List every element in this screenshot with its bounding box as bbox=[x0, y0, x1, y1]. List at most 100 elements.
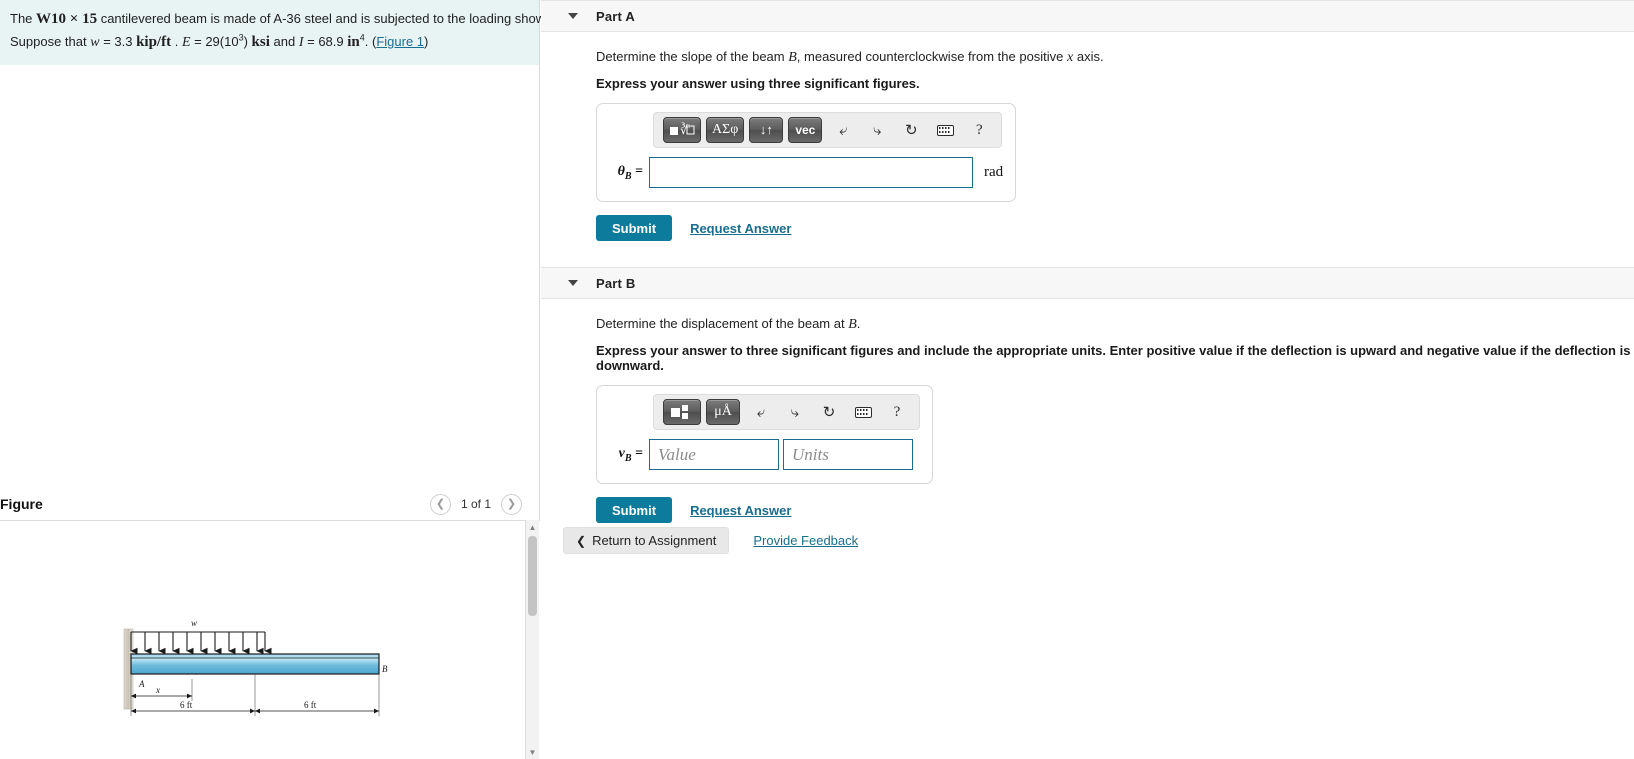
figure-prev-button[interactable]: ❮ bbox=[429, 493, 451, 515]
w-value: = 3.3 bbox=[99, 34, 137, 50]
x-dimension-label: x bbox=[155, 685, 160, 695]
undo-icon[interactable]: ⤶ bbox=[748, 399, 774, 425]
part-b-input-row: vB = bbox=[609, 439, 920, 470]
help-icon[interactable]: ? bbox=[884, 399, 910, 425]
question-post: axis. bbox=[1073, 49, 1104, 64]
question-var-b: B bbox=[848, 317, 857, 332]
figure-1-link[interactable]: Figure 1 bbox=[376, 34, 424, 49]
I-value: = 68.9 bbox=[303, 34, 348, 50]
collapse-caret-icon[interactable] bbox=[568, 280, 578, 286]
paren-close: ) bbox=[424, 34, 429, 50]
part-b-math-toolbar: μÅ ⤶ ⤷ ↻ ? bbox=[653, 394, 920, 430]
keyboard-icon[interactable] bbox=[932, 117, 958, 143]
problem-page: The W10 × 15 cantilevered beam is made o… bbox=[0, 0, 1634, 759]
redo-icon[interactable]: ⤷ bbox=[782, 399, 808, 425]
part-a-unit-label: rad bbox=[984, 164, 1004, 180]
part-b-body: Determine the displacement of the beam a… bbox=[541, 299, 1634, 523]
part-b-answer-box: μÅ ⤶ ⤷ ↻ ? vB = bbox=[596, 385, 933, 484]
point-a-label: A bbox=[138, 679, 145, 689]
beam-diagram: w B A x 6 ft 6 ft bbox=[123, 618, 388, 716]
part-b-label: Part B bbox=[596, 275, 636, 291]
part-b-question: Determine the displacement of the beam a… bbox=[596, 316, 1634, 333]
reset-icon[interactable]: ↻ bbox=[898, 117, 924, 143]
part-b-units-input[interactable] bbox=[783, 439, 913, 470]
figure-header: Figure ❮ 1 of 1 ❯ bbox=[0, 488, 540, 520]
part-a-variable-label: θB = bbox=[617, 163, 643, 182]
E-close: ) bbox=[243, 34, 252, 50]
problem-line-1: The W10 × 15 cantilevered beam is made o… bbox=[10, 8, 556, 31]
problem-line-2: Suppose that w = 3.3 kip/ft . E = 29(103… bbox=[10, 31, 529, 54]
part-a-request-answer-link[interactable]: Request Answer bbox=[690, 221, 791, 236]
return-label: Return to Assignment bbox=[592, 533, 717, 548]
figure-title: Figure bbox=[0, 496, 43, 512]
part-a-body: Determine the slope of the beam B, measu… bbox=[541, 32, 1634, 241]
dimension-right-label: 6 ft bbox=[304, 700, 317, 710]
beam-designation: W10 × 15 bbox=[36, 11, 98, 27]
part-b-instruction: Express your answer to three significant… bbox=[596, 343, 1631, 373]
part-b-request-answer-link[interactable]: Request Answer bbox=[690, 503, 791, 518]
part-a-submit-button[interactable]: Submit bbox=[596, 215, 673, 241]
E-unit: ksi bbox=[251, 34, 270, 51]
conj-and: and bbox=[269, 34, 299, 50]
end-punct: . ( bbox=[364, 34, 377, 50]
part-b-header[interactable]: Part B bbox=[541, 267, 1634, 299]
part-a-question: Determine the slope of the beam B, measu… bbox=[596, 49, 1634, 66]
collapse-caret-icon[interactable] bbox=[568, 13, 578, 19]
dimension-left-label: 6 ft bbox=[180, 700, 193, 710]
sep-dot: . bbox=[171, 34, 182, 50]
scroll-up-icon[interactable]: ▲ bbox=[526, 520, 539, 534]
unit-template-button[interactable] bbox=[663, 399, 701, 425]
question-mid: , measured counterclockwise from the pos… bbox=[796, 49, 1068, 64]
vector-button[interactable]: vec bbox=[788, 117, 823, 143]
figure-pager: ❮ 1 of 1 ❯ bbox=[429, 488, 522, 520]
figure-next-button[interactable]: ❯ bbox=[501, 493, 522, 515]
figure-page-label: 1 of 1 bbox=[460, 497, 491, 511]
part-b-variable-label: vB = bbox=[618, 445, 643, 464]
part-b-value-input[interactable] bbox=[649, 439, 779, 470]
problem-text-c: Suppose that bbox=[10, 34, 91, 50]
var-w: w bbox=[90, 35, 100, 51]
redo-icon[interactable]: ⤷ bbox=[864, 117, 890, 143]
left-panel: The W10 × 15 cantilevered beam is made o… bbox=[0, 0, 556, 759]
math-template-button[interactable]: ∛ □ bbox=[663, 117, 701, 143]
units-symbols-button[interactable]: μÅ bbox=[706, 399, 740, 425]
undo-icon[interactable]: ⤶ bbox=[830, 117, 856, 143]
svg-text:□: □ bbox=[686, 124, 690, 130]
footer-row: ❮ Return to Assignment Provide Feedback bbox=[563, 527, 858, 554]
w-unit: kip/ft bbox=[136, 34, 172, 51]
part-a-input-row: θB = rad bbox=[609, 157, 1003, 188]
question-pre: Determine the slope of the beam bbox=[596, 49, 789, 64]
help-icon[interactable]: ? bbox=[966, 117, 992, 143]
scroll-down-icon[interactable]: ▼ bbox=[526, 745, 539, 759]
part-a-button-row: Submit Request Answer bbox=[596, 215, 1634, 241]
right-panel: Part A Determine the slope of the beam B… bbox=[541, 0, 1634, 759]
greek-symbols-button[interactable]: ΑΣφ bbox=[706, 117, 745, 143]
keyboard-icon[interactable] bbox=[850, 399, 876, 425]
part-a-answer-input[interactable] bbox=[649, 157, 973, 188]
part-b-button-row: Submit Request Answer bbox=[596, 497, 1634, 523]
updown-arrows-button[interactable]: ↓↑ bbox=[749, 117, 784, 143]
part-a-answer-box: ∛ □ ΑΣφ ↓↑ vec ⤶ ⤷ ↻ ? θB = rad bbox=[596, 103, 1017, 202]
part-a-label: Part A bbox=[596, 8, 636, 24]
load-label: w bbox=[191, 618, 197, 628]
problem-text-b: cantilevered beam is made of A-36 steel … bbox=[97, 11, 556, 26]
part-a-instruction: Express your answer using three signific… bbox=[596, 76, 920, 91]
return-to-assignment-button[interactable]: ❮ Return to Assignment bbox=[563, 527, 730, 554]
problem-text-a: The bbox=[10, 11, 37, 26]
provide-feedback-link[interactable]: Provide Feedback bbox=[753, 533, 858, 548]
question-pre: Determine the displacement of the beam a… bbox=[596, 316, 849, 331]
scrollbar-thumb[interactable] bbox=[528, 536, 537, 616]
part-b-submit-button[interactable]: Submit bbox=[596, 497, 673, 523]
reset-icon[interactable]: ↻ bbox=[816, 399, 842, 425]
point-b-label: B bbox=[382, 664, 388, 674]
E-value: = 29(10 bbox=[190, 34, 239, 50]
question-var-b: B bbox=[788, 50, 797, 65]
figure-scrollbar[interactable]: ▲ ▼ bbox=[525, 520, 539, 759]
I-unit: in bbox=[347, 34, 360, 51]
chevron-left-icon: ❮ bbox=[576, 533, 587, 548]
figure-viewport: w B A x 6 ft 6 ft bbox=[0, 520, 540, 759]
question-post: . bbox=[856, 316, 861, 331]
var-E: E bbox=[181, 35, 191, 51]
problem-statement: The W10 × 15 cantilevered beam is made o… bbox=[0, 0, 556, 65]
part-a-header[interactable]: Part A bbox=[541, 0, 1634, 32]
